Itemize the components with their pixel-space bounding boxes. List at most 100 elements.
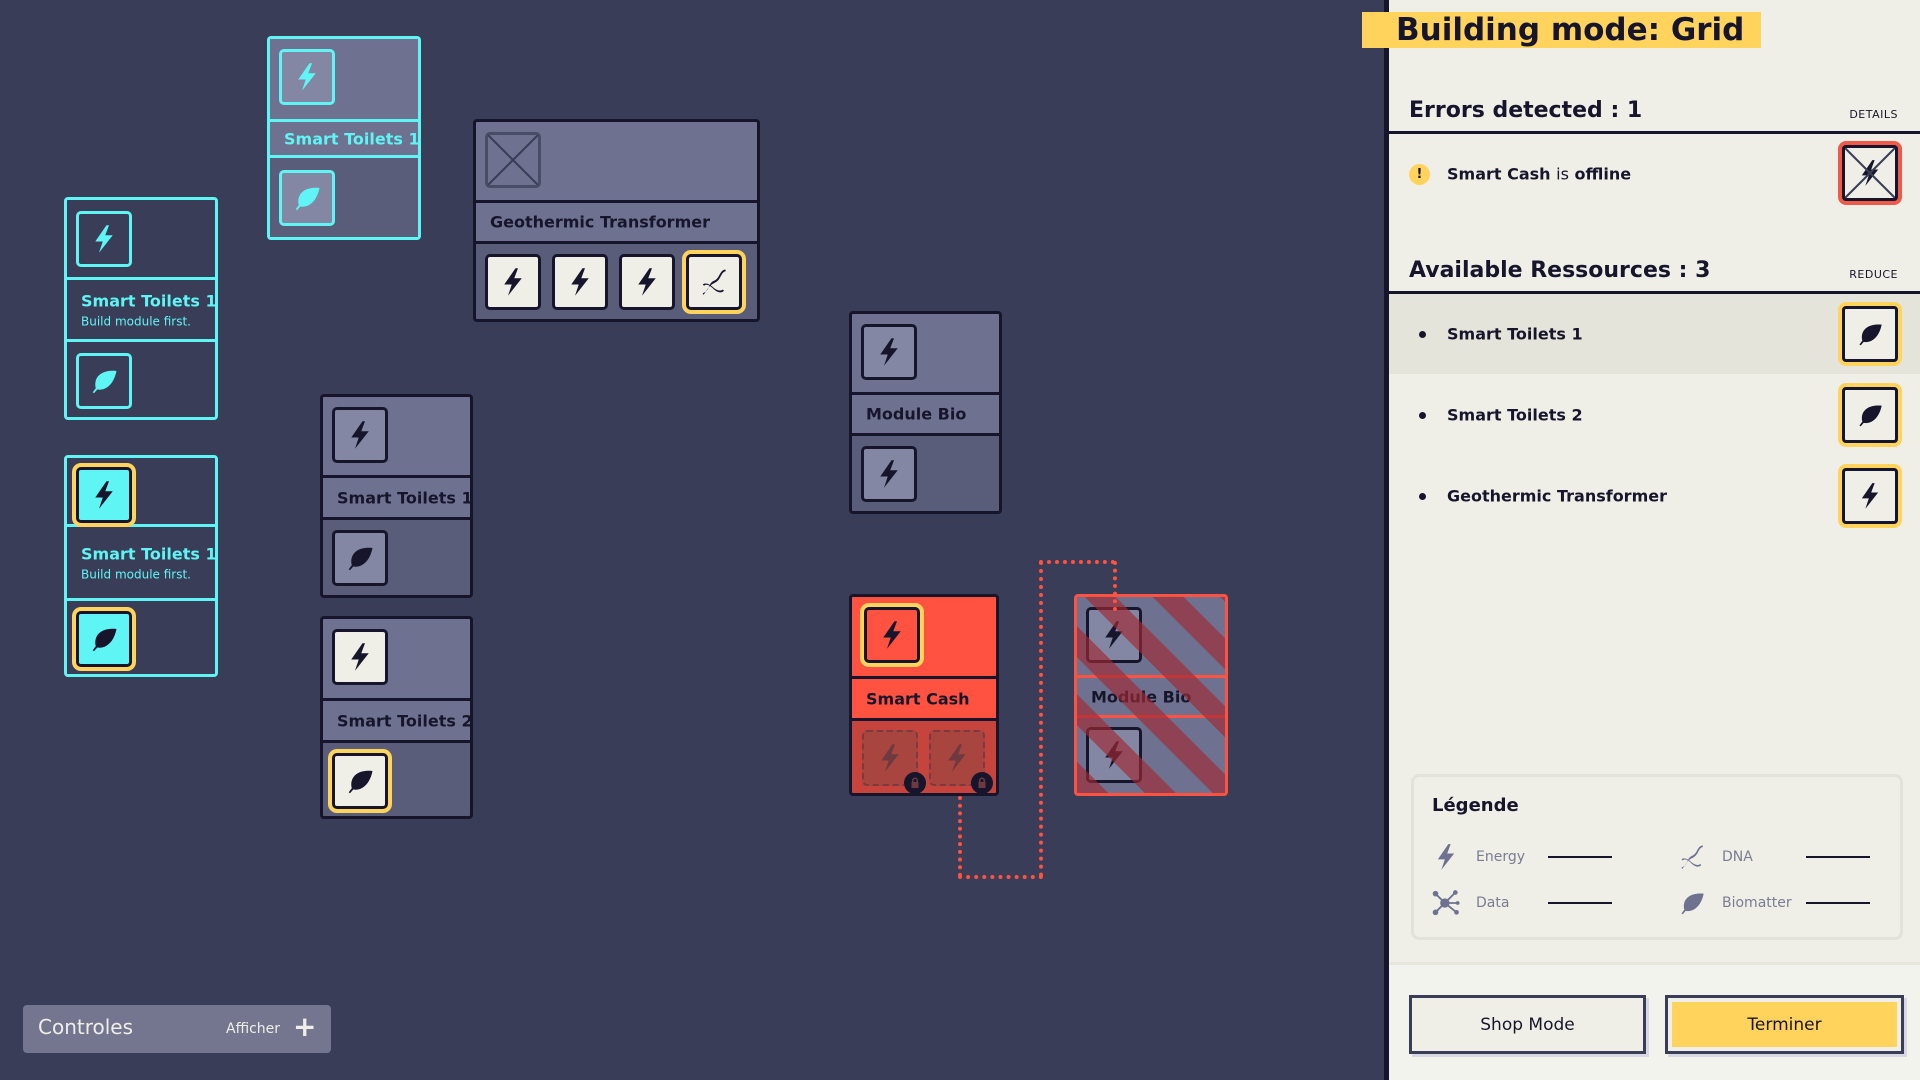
module-name: Module Bio xyxy=(866,404,967,424)
error-item[interactable]: ! Smart Cash is offline xyxy=(1389,134,1920,214)
bolt-icon xyxy=(877,620,907,650)
connection-line xyxy=(1039,560,1115,564)
bolt-icon xyxy=(1432,843,1460,871)
controls-title: Controles xyxy=(38,1015,134,1039)
bolt-icon xyxy=(874,459,904,489)
biomatter-slot[interactable] xyxy=(76,611,132,667)
error-state: offline xyxy=(1574,164,1632,184)
leaf-icon xyxy=(89,624,119,654)
leaf-icon xyxy=(292,183,322,213)
controls-panel[interactable]: Controles Afficher + xyxy=(23,1005,331,1053)
bolt-icon xyxy=(1099,740,1129,770)
energy-slot[interactable] xyxy=(332,629,388,685)
plus-icon[interactable]: + xyxy=(293,1011,316,1043)
bolt-icon xyxy=(565,267,595,297)
module-card-invalid[interactable]: Module Bio xyxy=(1074,594,1228,796)
module-card[interactable]: Geothermic Transformer xyxy=(473,119,760,322)
error-verb: is xyxy=(1556,164,1569,184)
module-card-offline[interactable]: Smart Cash xyxy=(849,594,999,796)
resource-item[interactable]: Smart Toilets 2 xyxy=(1389,375,1920,455)
energy-slot[interactable] xyxy=(76,211,132,267)
energy-slot[interactable] xyxy=(279,49,335,105)
lock-icon xyxy=(904,772,926,793)
leaf-icon xyxy=(1678,889,1706,917)
dna-slot[interactable] xyxy=(686,254,742,310)
module-hint: Build module first. xyxy=(81,567,191,581)
legend: Légende Energy DNA Data Biomatter xyxy=(1411,774,1903,940)
data-icon xyxy=(1432,889,1460,917)
bolt-icon xyxy=(345,642,375,672)
bolt-icon xyxy=(874,337,904,367)
locked-energy-slot[interactable] xyxy=(929,730,993,793)
shop-mode-button[interactable]: Shop Mode xyxy=(1409,995,1646,1054)
bolt-icon xyxy=(1099,620,1129,650)
bolt-crossed-icon[interactable] xyxy=(1842,145,1898,201)
module-name: Smart Toilets 1 xyxy=(81,291,217,310)
legend-biomatter: Biomatter xyxy=(1678,889,1878,917)
leaf-icon xyxy=(345,543,375,573)
module-name: Smart Toilets 1 xyxy=(284,129,420,148)
energy-slot[interactable] xyxy=(1086,607,1142,663)
connection-line xyxy=(1039,561,1043,877)
connection-line xyxy=(1113,561,1117,611)
placeholder-slot[interactable] xyxy=(485,132,541,188)
leaf-icon[interactable] xyxy=(1842,387,1898,443)
biomatter-slot[interactable] xyxy=(332,530,388,586)
reduce-link[interactable]: REDUCE xyxy=(1849,268,1898,281)
bolt-icon xyxy=(942,743,972,773)
energy-slot[interactable] xyxy=(864,607,920,663)
module-name: Geothermic Transformer xyxy=(490,212,710,232)
lock-icon xyxy=(971,772,993,793)
bolt-icon xyxy=(632,267,662,297)
module-name: Smart Toilets 1 xyxy=(81,544,217,563)
module-card[interactable]: Module Bio xyxy=(849,311,1002,514)
module-hint: Build module first. xyxy=(81,314,191,328)
module-card[interactable]: Smart Toilets 2 xyxy=(320,616,473,819)
resources-heading: Available Ressources : 3 xyxy=(1409,258,1711,283)
energy-slot[interactable] xyxy=(619,254,675,310)
module-card[interactable]: Smart Toilets 1 Build module first. xyxy=(64,197,218,420)
error-subject: Smart Cash xyxy=(1447,164,1551,184)
terminer-button[interactable]: Terminer xyxy=(1665,995,1904,1054)
legend-data: Data xyxy=(1432,889,1612,917)
errors-heading: Errors detected : 1 xyxy=(1409,98,1643,123)
energy-slot[interactable] xyxy=(332,407,388,463)
energy-slot[interactable] xyxy=(1086,727,1142,783)
connection-line xyxy=(958,875,1043,879)
biomatter-slot[interactable] xyxy=(332,753,388,809)
bolt-icon xyxy=(498,267,528,297)
resource-name: Smart Toilets 2 xyxy=(1447,405,1583,425)
resource-item[interactable]: Geothermic Transformer xyxy=(1389,456,1920,536)
building-mode-title: Building mode: Grid xyxy=(1362,12,1761,48)
module-name: Smart Cash xyxy=(866,689,970,708)
bolt-icon xyxy=(875,743,905,773)
controls-show-link[interactable]: Afficher xyxy=(226,1021,280,1037)
dna-icon xyxy=(699,267,729,297)
resource-name: Smart Toilets 1 xyxy=(1447,324,1583,344)
legend-dna: DNA xyxy=(1678,843,1878,871)
bolt-icon xyxy=(89,480,119,510)
locked-energy-slot[interactable] xyxy=(862,730,926,793)
biomatter-slot[interactable] xyxy=(76,353,132,409)
warning-icon: ! xyxy=(1409,164,1430,185)
details-link[interactable]: DETAILS xyxy=(1849,108,1898,121)
module-card[interactable]: Smart Toilets 1 Build module first. xyxy=(64,455,218,677)
energy-slot[interactable] xyxy=(76,467,132,523)
module-name: Module Bio xyxy=(1091,687,1192,706)
bolt-icon xyxy=(292,62,322,92)
connection-line xyxy=(958,796,962,877)
bolt-icon[interactable] xyxy=(1842,468,1898,524)
energy-slot[interactable] xyxy=(861,324,917,380)
biomatter-slot[interactable] xyxy=(279,170,335,226)
leaf-icon xyxy=(89,366,119,396)
module-card[interactable]: Smart Toilets 1 xyxy=(320,394,473,598)
side-panel: Errors detected : 1 DETAILS ! Smart Cash … xyxy=(1384,0,1920,1080)
module-card[interactable]: Smart Toilets 1 xyxy=(267,36,421,240)
energy-slot[interactable] xyxy=(552,254,608,310)
leaf-icon[interactable] xyxy=(1842,306,1898,362)
module-name: Smart Toilets 1 xyxy=(337,488,473,507)
energy-slot[interactable] xyxy=(861,446,917,502)
module-name: Smart Toilets 2 xyxy=(337,711,473,730)
resource-item[interactable]: Smart Toilets 1 xyxy=(1389,294,1920,374)
energy-slot[interactable] xyxy=(485,254,541,310)
